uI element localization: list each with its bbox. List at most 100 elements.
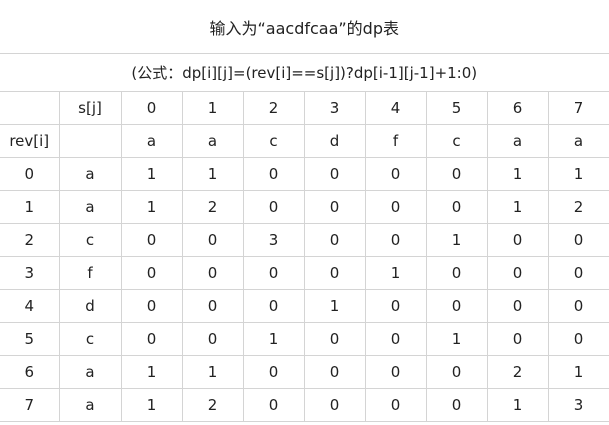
dp-cell: 0 <box>364 388 427 422</box>
rev-label: rev[i] <box>0 124 60 158</box>
dp-cell: 1 <box>486 388 549 422</box>
table-row: 2c00300100 <box>0 223 609 257</box>
dp-cell: 0 <box>364 322 427 356</box>
table-row: 0a11000011 <box>0 157 609 191</box>
dp-cell: 0 <box>486 289 549 323</box>
table-row: 5c00100100 <box>0 322 609 356</box>
dp-cell: 0 <box>120 223 183 257</box>
dp-cell: 0 <box>364 289 427 323</box>
s-chars-row: rev[i] aacdfcaa <box>0 124 609 158</box>
dp-cell: 0 <box>303 355 366 389</box>
formula-row: (公式：dp[i][j]=(rev[i]==s[j])?dp[i-1][j-1]… <box>0 53 609 92</box>
dp-cell: 0 <box>486 223 549 257</box>
rev-char: c <box>58 322 122 356</box>
dp-cell: 0 <box>486 322 549 356</box>
s-label: s[j] <box>58 91 122 125</box>
dp-cell: 1 <box>120 388 183 422</box>
dp-cell: 0 <box>181 256 244 290</box>
dp-cell: 2 <box>547 190 609 224</box>
table-row: 6a11000021 <box>0 355 609 389</box>
row-index: 4 <box>0 289 60 323</box>
dp-cell: 0 <box>181 223 244 257</box>
dp-cell: 1 <box>486 190 549 224</box>
formula-text: (公式：dp[i][j]=(rev[i]==s[j])?dp[i-1][j-1]… <box>0 53 609 92</box>
dp-cell: 1 <box>486 157 549 191</box>
dp-cell: 0 <box>242 355 305 389</box>
dp-cell: 0 <box>303 256 366 290</box>
dp-cell: 0 <box>242 157 305 191</box>
row-index: 6 <box>0 355 60 389</box>
table-title: 输入为“aacdfcaa”的dp表 <box>0 0 609 54</box>
rev-char: a <box>58 190 122 224</box>
s-char: a <box>181 124 244 158</box>
row-index: 5 <box>0 322 60 356</box>
dp-cell: 1 <box>425 223 488 257</box>
dp-cell: 0 <box>303 388 366 422</box>
s-char: c <box>425 124 488 158</box>
table-row: 1a12000012 <box>0 190 609 224</box>
dp-cell: 0 <box>303 322 366 356</box>
dp-cell: 0 <box>181 322 244 356</box>
column-index-row: s[j] 01234567 <box>0 91 609 125</box>
dp-cell: 1 <box>181 157 244 191</box>
dp-cell: 1 <box>547 157 609 191</box>
rev-char: c <box>58 223 122 257</box>
dp-cell: 1 <box>120 190 183 224</box>
column-index: 1 <box>181 91 244 125</box>
dp-cell: 0 <box>364 223 427 257</box>
rev-char: d <box>58 289 122 323</box>
dp-cell: 0 <box>242 289 305 323</box>
dp-cell: 0 <box>303 190 366 224</box>
dp-cell: 1 <box>181 355 244 389</box>
dp-cell: 0 <box>303 223 366 257</box>
column-index: 6 <box>486 91 549 125</box>
row-index: 1 <box>0 190 60 224</box>
column-index: 4 <box>364 91 427 125</box>
dp-cell: 0 <box>425 388 488 422</box>
column-index: 3 <box>303 91 366 125</box>
dp-cell: 1 <box>547 355 609 389</box>
dp-cell: 0 <box>120 289 183 323</box>
rev-char: a <box>58 355 122 389</box>
dp-cell: 0 <box>425 256 488 290</box>
dp-cell: 1 <box>364 256 427 290</box>
row-index: 3 <box>0 256 60 290</box>
dp-cell: 1 <box>242 322 305 356</box>
dp-cell: 0 <box>120 256 183 290</box>
s-char: c <box>242 124 305 158</box>
s-char: a <box>547 124 609 158</box>
dp-cell: 0 <box>425 355 488 389</box>
column-index: 7 <box>547 91 609 125</box>
dp-cell: 1 <box>303 289 366 323</box>
dp-cell: 0 <box>120 322 183 356</box>
rev-char: a <box>58 388 122 422</box>
dp-cell: 0 <box>425 157 488 191</box>
rev-char: f <box>58 256 122 290</box>
dp-cell: 0 <box>547 322 609 356</box>
dp-cell: 0 <box>364 157 427 191</box>
title-row: 输入为“aacdfcaa”的dp表 <box>0 0 609 54</box>
row-index: 2 <box>0 223 60 257</box>
column-index: 5 <box>425 91 488 125</box>
dp-cell: 1 <box>425 322 488 356</box>
column-index: 2 <box>242 91 305 125</box>
row-index: 7 <box>0 388 60 422</box>
dp-cell: 0 <box>364 190 427 224</box>
dp-cell: 0 <box>425 289 488 323</box>
s-char: f <box>364 124 427 158</box>
dp-cell: 3 <box>242 223 305 257</box>
dp-cell: 1 <box>120 157 183 191</box>
dp-cell: 2 <box>181 190 244 224</box>
dp-cell: 2 <box>486 355 549 389</box>
table-row: 3f00001000 <box>0 256 609 290</box>
dp-cell: 0 <box>364 355 427 389</box>
dp-cell: 0 <box>486 256 549 290</box>
table-row: 7a12000013 <box>0 388 609 422</box>
dp-cell: 0 <box>303 157 366 191</box>
row-index: 0 <box>0 157 60 191</box>
dp-cell: 0 <box>242 256 305 290</box>
s-char: a <box>486 124 549 158</box>
dp-cell: 1 <box>120 355 183 389</box>
blank-cell <box>58 124 122 158</box>
s-char: d <box>303 124 366 158</box>
